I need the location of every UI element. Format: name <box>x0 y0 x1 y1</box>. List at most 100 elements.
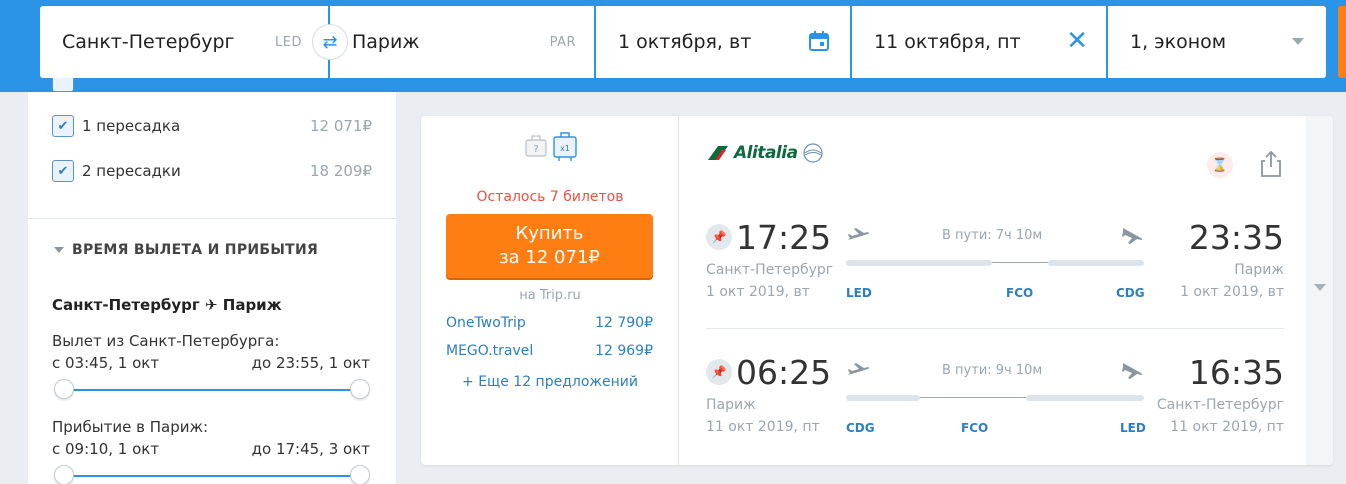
departure-from: с 03:45, 1 окт <box>52 354 160 372</box>
buy-button-label: Купить <box>515 223 584 244</box>
search-button[interactable] <box>1338 6 1346 78</box>
origin-field[interactable]: Санкт-Петербург LED <box>40 6 330 78</box>
checkbox-icon[interactable] <box>52 78 74 92</box>
seats-left: Осталось 7 билетов <box>476 189 624 205</box>
arrival-from: с 09:10, 1 окт <box>52 440 160 458</box>
depart-date-field[interactable]: 1 октября, вт <box>596 6 852 78</box>
flight-duration: В пути: 9ч 10м <box>942 363 1043 378</box>
filter-stops-1[interactable]: ✔ 1 пересадка 12 071₽ <box>52 115 372 137</box>
arrival-time: 23:35 <box>1188 218 1284 257</box>
passengers-select[interactable]: 1, эконом <box>1108 31 1226 53</box>
departure-time: 17:25 <box>736 218 832 257</box>
takeoff-icon <box>848 228 869 240</box>
filter-price: 12 071₽ <box>309 117 372 135</box>
arrival-airport-code: CDG <box>1116 286 1145 300</box>
departure-to: до 23:55, 1 окт <box>251 354 370 372</box>
buy-site: на Trip.ru <box>519 288 581 303</box>
ticket-buy-column: ? x1 Осталось 7 билетов Купить за 12 071… <box>421 116 679 465</box>
checkbox-icon[interactable]: ✔ <box>52 160 74 182</box>
landing-icon <box>1122 363 1142 379</box>
origin-input[interactable]: Санкт-Петербург <box>40 31 235 53</box>
arrival-date: 11 окт 2019, пт <box>1170 419 1284 435</box>
close-icon[interactable]: ✕ <box>1066 28 1088 54</box>
departure-label: Вылет из Санкт-Петербурга: <box>52 332 280 350</box>
offer-link[interactable]: OneTwoTrip 12 790₽ <box>446 315 653 331</box>
destination-code: PAR <box>549 34 576 50</box>
departure-date: 11 окт 2019, пт <box>706 419 820 435</box>
return-date-input[interactable]: 11 октября, пт <box>852 31 1021 53</box>
expand-ticket-button[interactable] <box>1306 116 1333 465</box>
ticket-details: Alitalia ⌛ 📌 17:25 23:35 Санкт-Петербург… <box>680 116 1306 465</box>
svg-text:?: ? <box>533 144 538 155</box>
arrival-slider[interactable] <box>54 465 370 484</box>
airline-logo: Alitalia <box>706 142 824 164</box>
landing-icon <box>1122 228 1142 244</box>
departure-city: Санкт-Петербург <box>706 262 834 278</box>
offer-price[interactable]: 12 790₽ <box>595 315 653 331</box>
alliance-icon <box>802 143 823 163</box>
offer-price[interactable]: 12 969₽ <box>595 343 653 359</box>
arrival-time: 16:35 <box>1188 353 1284 392</box>
arrival-date: 1 окт 2019, вт <box>1180 284 1284 300</box>
divider <box>28 218 396 219</box>
stop-airport-code: FCO <box>1006 286 1034 300</box>
arrival-city: Санкт-Петербург <box>1156 397 1284 413</box>
checkbox-icon[interactable]: ✔ <box>52 115 74 137</box>
share-icon[interactable] <box>1260 150 1282 178</box>
departure-city: Париж <box>706 397 756 413</box>
departure-time: 06:25 <box>736 353 832 392</box>
departure-airport-code: LED <box>846 286 872 300</box>
flight-duration: В пути: 7ч 10м <box>942 228 1043 243</box>
filter-label: 2 пересадки <box>82 162 181 180</box>
luggage-icon: x1 <box>553 132 577 161</box>
filter-stops-direct[interactable] <box>52 78 372 92</box>
departure-airport-code: CDG <box>846 421 875 435</box>
filters-panel: ✔ 1 пересадка 12 071₽ ✔ 2 пересадки 18 2… <box>28 78 396 484</box>
route-track <box>846 395 1144 401</box>
offer-agency[interactable]: OneTwoTrip <box>446 315 526 331</box>
offer-link[interactable]: MEGO.travel 12 969₽ <box>446 343 653 359</box>
arrival-label: Прибытие в Париж: <box>52 418 209 436</box>
swap-icon[interactable]: ⇄ <box>312 24 348 60</box>
more-offers-link[interactable]: + Еще 12 предложений <box>421 374 679 390</box>
layover-line <box>920 397 1026 398</box>
depart-date-input[interactable]: 1 октября, вт <box>596 31 751 53</box>
route-track <box>846 260 1144 266</box>
calendar-icon[interactable] <box>808 30 830 52</box>
pin-icon[interactable]: 📌 <box>706 224 732 250</box>
filter-label: 1 пересадка <box>82 117 181 135</box>
offer-agency[interactable]: MEGO.travel <box>446 343 533 359</box>
departure-date: 1 окт 2019, вт <box>706 284 810 300</box>
filter-stops-2[interactable]: ✔ 2 пересадки 18 209₽ <box>52 160 372 182</box>
hourglass-icon[interactable]: ⌛ <box>1207 152 1233 178</box>
pin-icon[interactable]: 📌 <box>706 359 732 385</box>
slider-handle-max[interactable] <box>350 379 370 399</box>
origin-code: LED <box>275 34 302 50</box>
route-title: Санкт-Петербург ✈ Париж <box>52 296 282 314</box>
airline-tail-icon <box>708 146 728 160</box>
slider-handle-min[interactable] <box>54 379 74 399</box>
baggage-info: ? x1 <box>525 132 577 162</box>
takeoff-icon <box>848 363 869 375</box>
layover-line <box>992 262 1048 263</box>
filter-price: 18 209₽ <box>309 162 372 180</box>
arrival-to: до 17:45, 3 окт <box>251 440 370 458</box>
chevron-down-icon[interactable] <box>1292 38 1304 45</box>
return-date-field[interactable]: 11 октября, пт ✕ <box>852 6 1108 78</box>
buy-button[interactable]: Купить за 12 071₽ <box>446 214 653 278</box>
search-form: Санкт-Петербург LED ⇄ Париж PAR 1 октябр… <box>40 6 1326 78</box>
divider <box>706 328 1284 329</box>
section-time-toggle[interactable]: ВРЕМЯ ВЫЛЕТА И ПРИБЫТИЯ <box>54 242 318 258</box>
arrival-city: Париж <box>1234 262 1284 278</box>
passengers-field[interactable]: 1, эконом <box>1108 6 1326 78</box>
ticket-card: ? x1 Осталось 7 билетов Купить за 12 071… <box>421 116 1333 465</box>
flight-segment-outbound: 📌 17:25 23:35 Санкт-Петербург 1 окт 2019… <box>706 218 1284 328</box>
slider-handle-max[interactable] <box>350 465 370 484</box>
departure-slider[interactable] <box>54 379 370 399</box>
chevron-down-icon <box>54 247 64 253</box>
slider-handle-min[interactable] <box>54 465 74 484</box>
baggage-count: x1 <box>560 144 570 153</box>
flight-segment-return: 📌 06:25 16:35 Париж 11 окт 2019, пт Санк… <box>706 353 1284 463</box>
chevron-down-icon <box>1314 284 1326 291</box>
destination-field[interactable]: Париж PAR <box>330 6 596 78</box>
